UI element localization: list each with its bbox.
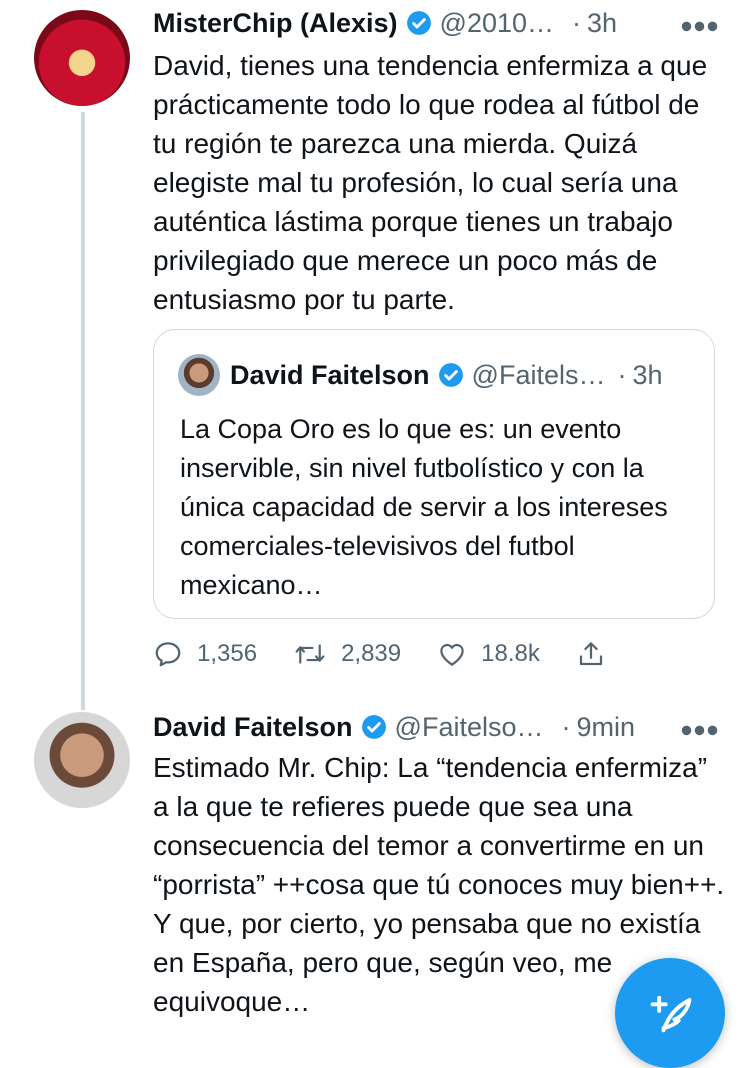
share-icon <box>579 642 602 666</box>
quoted-text: La Copa Oro es lo que es: un evento inse… <box>180 414 668 600</box>
compose-tweet-icon <box>650 995 692 1033</box>
quoted-header: David Faitelson @Faitels… · 3h <box>230 354 698 396</box>
reply-button[interactable]: 1,356 <box>153 639 257 669</box>
quoted-timestamp: 3h <box>632 359 663 390</box>
like-count: 18.8k <box>481 640 540 667</box>
quoted-avatar <box>178 354 220 396</box>
timestamp[interactable]: 9min <box>577 712 636 743</box>
quoted-author-handle: @Faitels… <box>471 359 606 390</box>
heart-icon <box>440 643 464 666</box>
reply-icon <box>155 642 181 667</box>
thread-connector-line <box>81 112 85 710</box>
more-options-icon[interactable]: ⦁⦁⦁ <box>681 716 720 742</box>
author-name[interactable]: David Faitelson <box>153 712 353 743</box>
compose-tweet-button[interactable] <box>615 958 725 1068</box>
author-handle[interactable]: @Faitelso… <box>395 712 544 743</box>
verified-badge-icon <box>438 362 464 388</box>
retweet-count: 2,839 <box>341 640 402 667</box>
reply-count: 1,356 <box>197 640 258 667</box>
more-options-icon[interactable]: ⦁⦁⦁ <box>681 12 720 38</box>
tweet-header: David Faitelson @Faitelso… · 9min ⦁⦁⦁ <box>153 706 720 748</box>
separator-dot: · <box>572 7 582 38</box>
quoted-tweet[interactable]: David Faitelson @Faitels… · 3h La Copa O… <box>153 329 715 619</box>
avatar[interactable] <box>34 712 130 808</box>
tweet-text: David, tienes una tendencia enfermiza a … <box>153 50 708 315</box>
avatar[interactable] <box>34 10 130 106</box>
author-name[interactable]: MisterChip (Alexis) <box>153 8 398 39</box>
separator-dot: · <box>561 711 571 742</box>
verified-badge-icon <box>361 714 387 740</box>
quoted-author-name: David Faitelson <box>230 359 430 390</box>
retweet-button[interactable]: 2,839 <box>293 639 401 669</box>
retweet-icon <box>295 644 325 664</box>
share-button[interactable] <box>576 639 620 669</box>
verified-badge-icon <box>406 10 432 36</box>
author-handle[interactable]: @2010… <box>440 8 554 39</box>
tweet-actions: 1,356 2,839 18.8k <box>153 634 673 674</box>
timestamp[interactable]: 3h <box>587 8 617 39</box>
tweet-header: MisterChip (Alexis) @2010… · 3h ⦁⦁⦁ <box>153 2 720 44</box>
separator-dot: · <box>617 359 627 390</box>
like-button[interactable]: 18.8k <box>437 639 540 669</box>
